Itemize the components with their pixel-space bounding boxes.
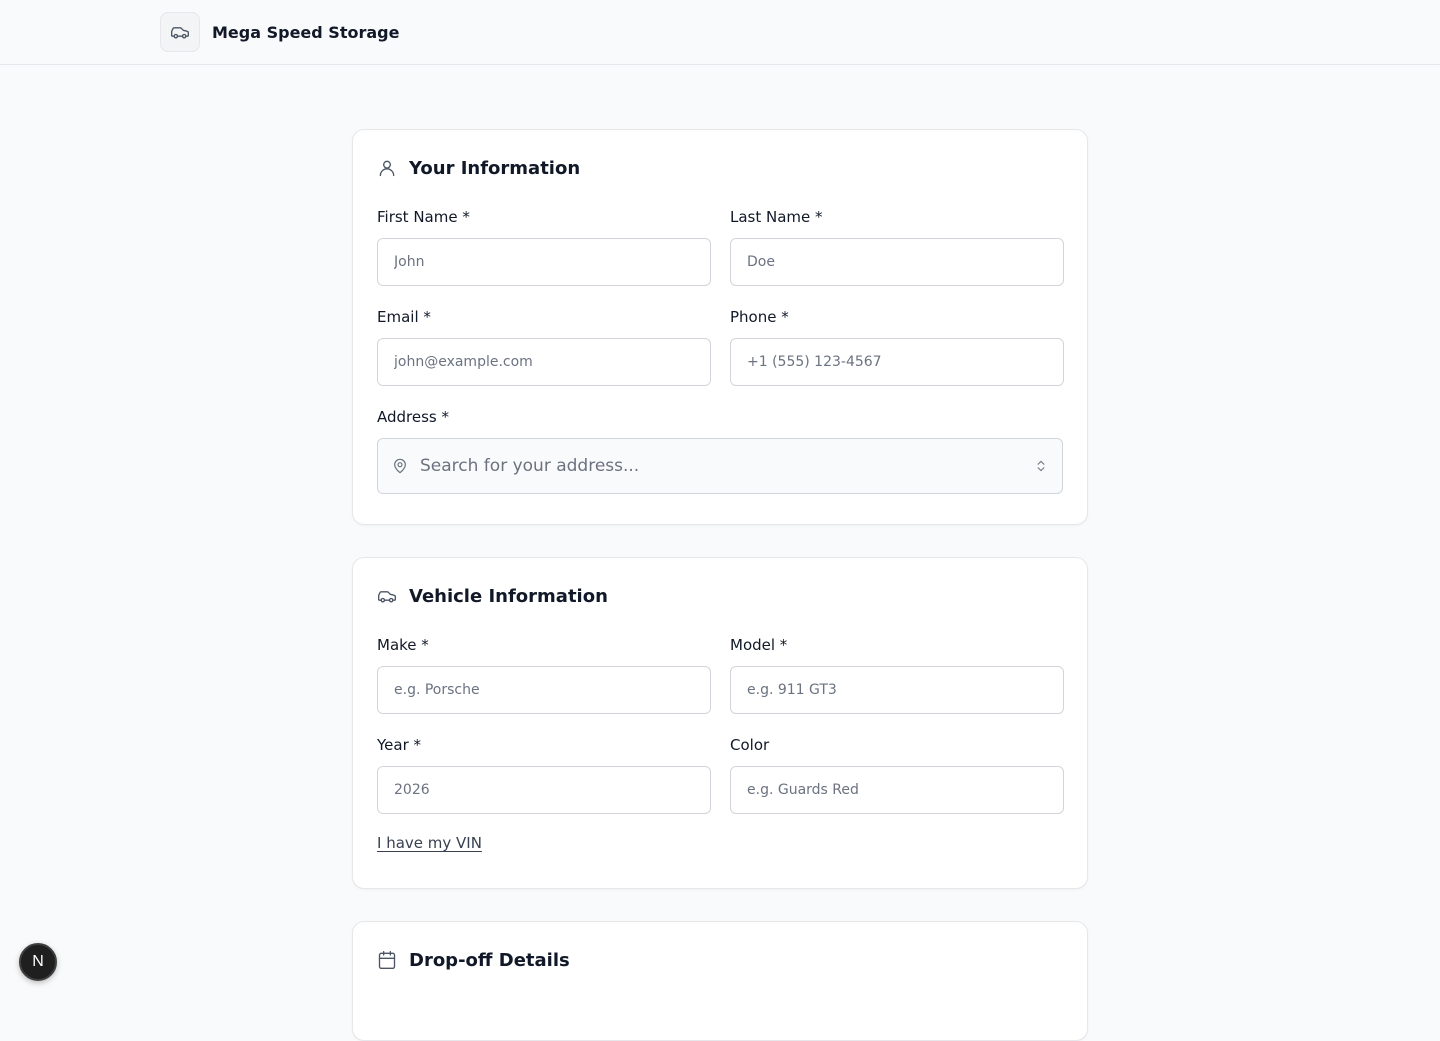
section-title: Your Information — [409, 157, 581, 179]
first-name-field: First Name * — [377, 206, 711, 286]
phone-label: Phone * — [730, 308, 789, 326]
vehicle-information-card: Vehicle Information Make * Model * Year … — [352, 557, 1088, 889]
top-navigation-bar: Mega Speed Storage — [0, 0, 1440, 65]
map-pin-icon — [392, 458, 408, 474]
phone-field: Phone * — [730, 306, 1064, 386]
section-header: Vehicle Information — [377, 584, 608, 608]
dev-tools-badge[interactable]: N — [19, 943, 57, 981]
color-input[interactable] — [730, 766, 1064, 814]
year-field: Year * — [377, 734, 711, 814]
phone-input[interactable] — [730, 338, 1064, 386]
email-field: Email * — [377, 306, 711, 386]
address-search-combobox[interactable]: Search for your address... — [377, 438, 1063, 494]
last-name-input[interactable] — [730, 238, 1064, 286]
vin-toggle-link[interactable]: I have my VIN — [377, 834, 482, 852]
color-field: Color — [730, 734, 1064, 814]
first-name-input[interactable] — [377, 238, 711, 286]
year-label: Year * — [377, 736, 422, 754]
app-name: Mega Speed Storage — [212, 22, 400, 42]
section-title: Drop-off Details — [409, 949, 570, 971]
last-name-label: Last Name * — [730, 208, 823, 226]
section-header: Your Information — [377, 156, 580, 180]
address-field: Address * Search for your address... — [377, 406, 1063, 494]
section-title: Vehicle Information — [409, 585, 608, 607]
calendar-icon — [377, 950, 397, 970]
brand[interactable]: Mega Speed Storage — [160, 12, 399, 52]
model-field: Model * — [730, 634, 1064, 714]
first-name-label: First Name * — [377, 208, 470, 226]
address-label: Address * — [377, 408, 450, 426]
car-icon — [160, 12, 200, 52]
make-input[interactable] — [377, 666, 711, 714]
address-placeholder: Search for your address... — [420, 456, 640, 476]
user-icon — [377, 158, 397, 178]
model-label: Model * — [730, 636, 788, 654]
year-input[interactable] — [377, 766, 711, 814]
make-label: Make * — [377, 636, 429, 654]
model-input[interactable] — [730, 666, 1064, 714]
email-label: Email * — [377, 308, 431, 326]
your-information-card: Your Information First Name * Last Name … — [352, 129, 1088, 525]
make-field: Make * — [377, 634, 711, 714]
color-label: Color — [730, 736, 770, 754]
email-input[interactable] — [377, 338, 711, 386]
last-name-field: Last Name * — [730, 206, 1064, 286]
drop-off-details-card: Drop-off Details — [352, 921, 1088, 1041]
section-header: Drop-off Details — [377, 948, 570, 972]
car-icon — [377, 586, 397, 606]
chevrons-up-down-icon — [1034, 459, 1048, 473]
